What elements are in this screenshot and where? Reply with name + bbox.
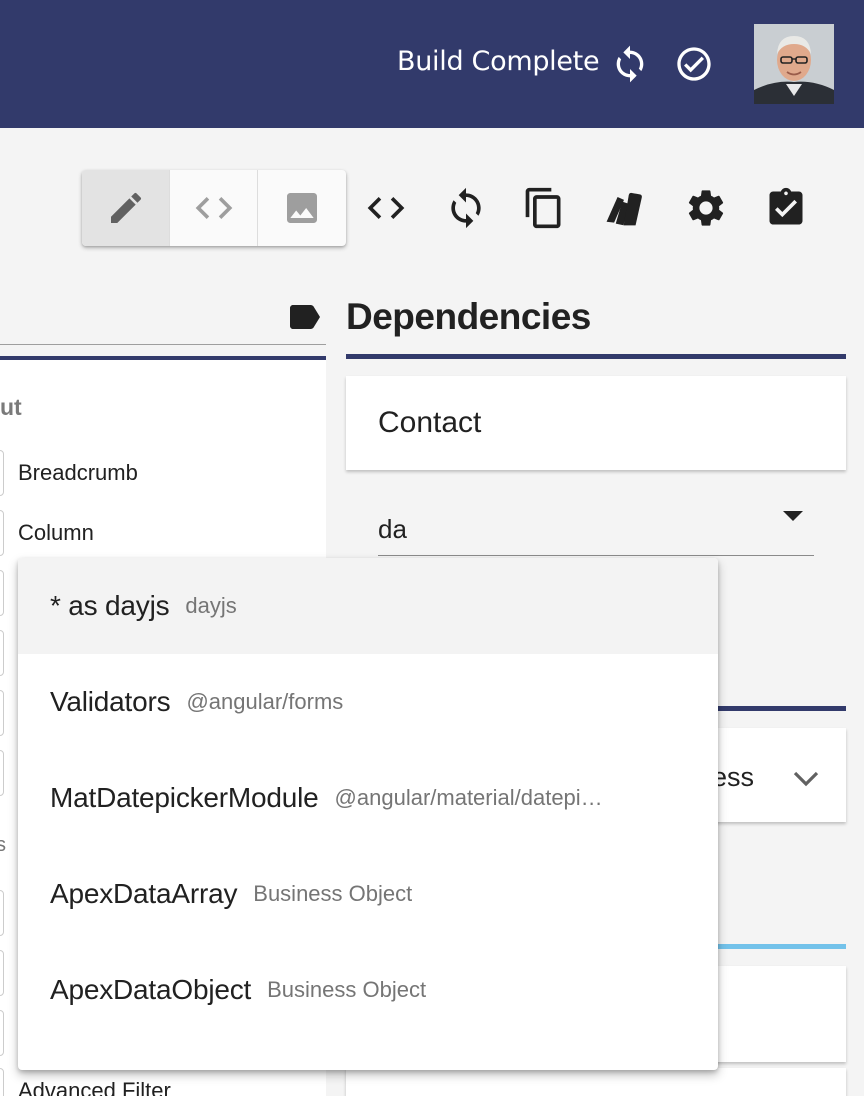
autocomplete-option[interactable]: ApexDataObject Business Object [18,942,718,1038]
section-divider [700,706,846,711]
chevron-down-icon[interactable] [792,770,820,788]
option-name: * as dayjs [50,590,170,621]
gear-icon[interactable] [684,186,728,230]
palette-item-column[interactable]: Column [18,520,94,546]
palette-item-icon-box [0,690,4,736]
left-panel-input-underline [0,344,326,345]
palette-item-icon-box [0,890,4,936]
option-source: @angular/material/datepi… [334,785,603,810]
preview-mode-button[interactable] [258,170,346,246]
palette-section-heading-partial: s [0,834,6,856]
palette-item-icon-box [0,450,4,496]
dependency-search-input[interactable]: da [378,514,407,545]
palette-item-icon-box [0,1068,4,1096]
autocomplete-dropdown: * as dayjs dayjs Validators @angular/for… [18,558,718,1070]
copy-icon[interactable] [522,186,566,230]
pencil-icon [110,192,141,223]
design-mode-button[interactable] [82,170,170,246]
palette-item-icon-box [0,750,4,796]
option-source: dayjs [185,593,237,618]
build-status-text: Build Complete [397,46,600,77]
palette-item-breadcrumb[interactable]: Breadcrumb [18,460,138,486]
swatch-icon[interactable] [602,186,646,230]
contact-card[interactable]: Contact [346,376,846,470]
check-circle-icon[interactable] [674,44,714,84]
palette-item-icon-box [0,510,4,556]
expandable-card-title: ess [712,762,755,792]
image-icon [287,193,317,223]
dependencies-divider [346,354,846,359]
autocomplete-option[interactable]: * as dayjs dayjs [18,558,718,654]
autocomplete-option[interactable]: MatDatepickerModule @angular/material/da… [18,750,718,846]
palette-item-icon-box [0,630,4,676]
option-source: Business Object [267,977,427,1002]
app-header: Build Complete [0,0,864,128]
option-name: ApexDataObject [50,974,252,1005]
expandable-card[interactable]: ess [700,728,846,822]
palette-item-icon-box [0,1010,4,1056]
label-icon[interactable] [287,302,323,332]
option-source: Business Object [253,881,413,906]
dependency-card[interactable] [346,1068,846,1096]
palette-section-heading: ut [0,394,22,420]
palette-item-icon-box [0,950,4,996]
autocomplete-option[interactable]: ApexDataArray Business Object [18,846,718,942]
option-name: Validators [50,686,171,717]
user-avatar[interactable] [754,24,834,104]
dropdown-arrow-icon[interactable] [783,511,803,523]
code-mode-button[interactable] [170,170,258,246]
code-icon[interactable] [364,186,408,230]
clipboard-check-icon[interactable] [764,186,808,230]
view-mode-toggle-group [82,170,346,246]
option-name: MatDatepickerModule [50,782,319,813]
dependency-input-underline [378,555,814,556]
sync-icon[interactable] [610,44,650,84]
code-icon [195,197,232,219]
palette-item-icon-box [0,570,4,616]
option-source: @angular/forms [186,689,344,714]
section-divider-blue [716,944,846,949]
avatar-photo [754,24,834,104]
palette-item-advanced-filter[interactable]: Advanced Filter [18,1078,171,1096]
option-name: ApexDataArray [50,878,238,909]
sync-icon[interactable] [444,186,488,230]
autocomplete-option[interactable]: Validators @angular/forms [18,654,718,750]
dependencies-title: Dependencies [346,296,591,337]
contact-card-title: Contact [378,406,482,439]
